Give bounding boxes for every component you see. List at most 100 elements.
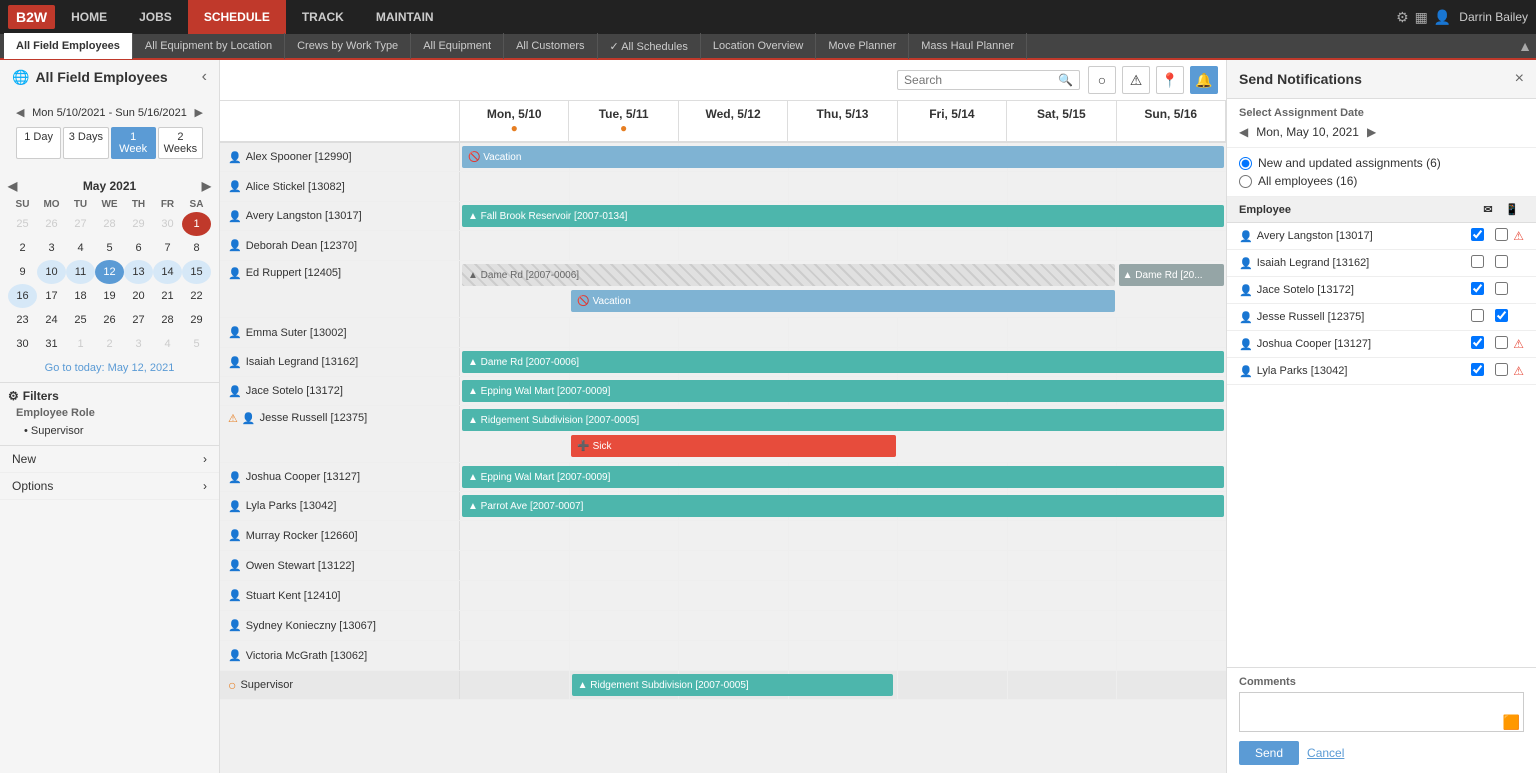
cal-day[interactable]: 29 xyxy=(124,212,153,236)
notif-close-button[interactable]: × xyxy=(1515,70,1524,88)
search-input[interactable] xyxy=(904,73,1054,87)
grid-icon[interactable]: ▦ xyxy=(1415,9,1428,26)
day-cell[interactable] xyxy=(898,551,1008,580)
subnav-expand[interactable]: ▲ xyxy=(1518,38,1532,54)
cal-next-arrow[interactable]: ▶ xyxy=(202,179,211,193)
email-check-avery[interactable] xyxy=(1465,228,1489,244)
day-cell[interactable] xyxy=(679,641,789,670)
nav-schedule[interactable]: SCHEDULE xyxy=(188,0,286,34)
date-prev-arrow[interactable]: ◀ xyxy=(16,106,24,119)
day-cell[interactable] xyxy=(570,231,680,260)
day-cell[interactable] xyxy=(789,521,899,550)
cal-day[interactable]: 16 xyxy=(8,284,37,308)
day-cell[interactable] xyxy=(1008,172,1118,201)
day-cell[interactable] xyxy=(679,611,789,640)
subnav-all-field-employees[interactable]: All Field Employees xyxy=(4,33,133,59)
radio-all-input[interactable] xyxy=(1239,175,1252,188)
cal-day[interactable]: 27 xyxy=(66,212,95,236)
day-cell[interactable] xyxy=(460,671,570,699)
cal-day[interactable]: 4 xyxy=(153,332,182,356)
assignment-jesse-sick[interactable]: ➕ Sick xyxy=(571,435,895,457)
view-1day[interactable]: 1 Day xyxy=(16,127,61,159)
cal-prev-arrow[interactable]: ◀ xyxy=(8,179,17,193)
search-box[interactable]: 🔍 xyxy=(897,70,1080,90)
cal-day[interactable]: 30 xyxy=(8,332,37,356)
cal-day[interactable]: 8 xyxy=(182,236,211,260)
cal-day[interactable]: 25 xyxy=(8,212,37,236)
app-logo[interactable]: B2W xyxy=(8,5,55,29)
day-cell[interactable] xyxy=(570,611,680,640)
radio-new-input[interactable] xyxy=(1239,157,1252,170)
email-check-jace[interactable] xyxy=(1465,282,1489,298)
cal-day[interactable]: 25 xyxy=(66,308,95,332)
filters-title[interactable]: ⚙ Filters xyxy=(8,389,211,403)
day-cell[interactable]: ▲ Ridgement Subdivision [2007-0005] xyxy=(570,671,680,699)
day-cell[interactable] xyxy=(898,318,1008,347)
date-next-arrow[interactable]: ▶ xyxy=(195,106,203,119)
email-check-joshua[interactable] xyxy=(1465,336,1489,352)
mobile-check-lyla[interactable] xyxy=(1489,363,1513,379)
day-cell[interactable] xyxy=(789,551,899,580)
day-cell[interactable] xyxy=(1008,318,1118,347)
cal-day[interactable]: 28 xyxy=(153,308,182,332)
day-cell[interactable] xyxy=(1117,231,1226,260)
settings-icon[interactable]: ⚙ xyxy=(1396,9,1409,26)
cal-day[interactable]: 2 xyxy=(95,332,124,356)
cal-day[interactable]: 23 xyxy=(8,308,37,332)
cal-day[interactable]: 13 xyxy=(124,260,153,284)
cal-day[interactable]: 3 xyxy=(37,236,66,260)
cal-day[interactable]: 29 xyxy=(182,308,211,332)
email-check-lyla[interactable] xyxy=(1465,363,1489,379)
cal-day[interactable]: 26 xyxy=(37,212,66,236)
cal-day[interactable]: 14 xyxy=(153,260,182,284)
sidebar-collapse-button[interactable]: ‹ xyxy=(202,68,207,86)
assignment-ed-vacation[interactable]: 🚫 Vacation xyxy=(571,290,1114,312)
day-cell[interactable] xyxy=(789,318,899,347)
day-cell[interactable] xyxy=(1117,641,1226,670)
email-check-isaiah[interactable] xyxy=(1465,255,1489,271)
day-cell[interactable] xyxy=(679,521,789,550)
cancel-button[interactable]: Cancel xyxy=(1307,746,1344,760)
day-cell[interactable] xyxy=(898,521,1008,550)
mobile-check-joshua[interactable] xyxy=(1489,336,1513,352)
view-1week[interactable]: 1 Week xyxy=(111,127,156,159)
mobile-check-jace[interactable] xyxy=(1489,282,1513,298)
day-cell[interactable] xyxy=(1008,551,1118,580)
cal-day[interactable]: 3 xyxy=(124,332,153,356)
assignment-jesse-1[interactable]: ▲ Ridgement Subdivision [2007-0005] xyxy=(462,409,1224,431)
day-cell[interactable] xyxy=(570,172,680,201)
assignment-joshua[interactable]: ▲ Epping Wal Mart [2007-0009] xyxy=(462,466,1224,488)
assignment-vacation-alex[interactable]: 🚫 Vacation xyxy=(462,146,1224,168)
nav-track[interactable]: TRACK xyxy=(286,0,360,34)
cal-day[interactable]: 27 xyxy=(124,308,153,332)
radio-new-assignments[interactable]: New and updated assignments (6) xyxy=(1239,156,1524,170)
day-cell[interactable] xyxy=(789,641,899,670)
day-cell[interactable] xyxy=(460,318,570,347)
day-cell[interactable] xyxy=(1117,671,1226,699)
notif-date-prev[interactable]: ◀ xyxy=(1239,125,1248,139)
cal-day[interactable]: 1 xyxy=(182,212,211,236)
day-cell[interactable] xyxy=(1008,641,1118,670)
new-menu-item[interactable]: New › xyxy=(0,446,219,473)
cal-day[interactable]: 6 xyxy=(124,236,153,260)
cal-day[interactable]: 28 xyxy=(95,212,124,236)
day-cell[interactable] xyxy=(1008,611,1118,640)
user-icon[interactable]: 👤 xyxy=(1434,9,1451,26)
cal-day[interactable]: 2 xyxy=(8,236,37,260)
day-cell[interactable] xyxy=(679,551,789,580)
comment-input[interactable] xyxy=(1239,692,1524,732)
nav-maintain[interactable]: MAINTAIN xyxy=(360,0,450,34)
warning-toolbar-icon[interactable]: ⚠ xyxy=(1122,66,1150,94)
day-cell[interactable] xyxy=(1008,521,1118,550)
day-cell[interactable] xyxy=(898,611,1008,640)
day-cell[interactable] xyxy=(1117,581,1226,610)
cal-day[interactable]: 19 xyxy=(95,284,124,308)
day-cell[interactable] xyxy=(460,641,570,670)
view-2weeks[interactable]: 2 Weeks xyxy=(158,127,203,159)
subnav-all-equipment-by-location[interactable]: All Equipment by Location xyxy=(133,33,285,59)
notif-date-next[interactable]: ▶ xyxy=(1367,125,1376,139)
day-cell[interactable] xyxy=(570,551,680,580)
mobile-check-jesse[interactable] xyxy=(1489,309,1513,325)
day-cell[interactable] xyxy=(898,231,1008,260)
day-cell[interactable] xyxy=(789,581,899,610)
